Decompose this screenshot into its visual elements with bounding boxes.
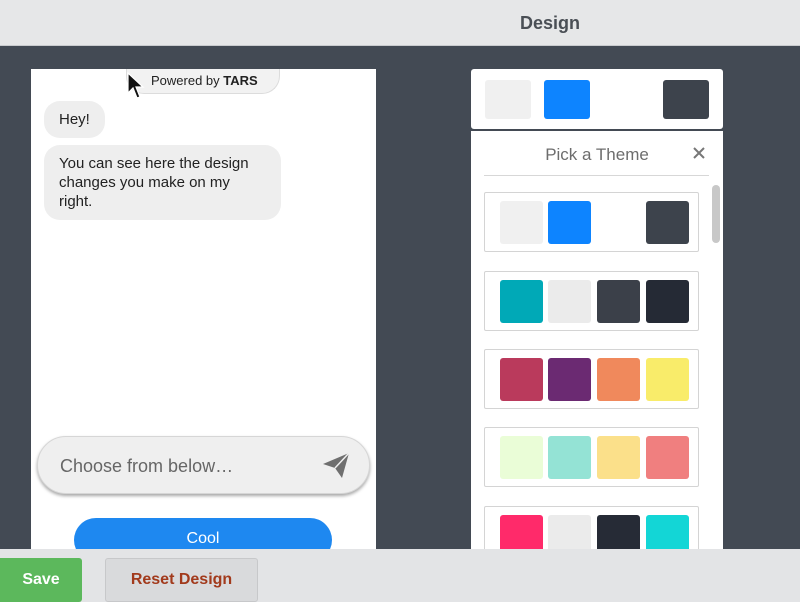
theme-picker-panel: Pick a Theme bbox=[471, 131, 723, 551]
theme-swatch bbox=[597, 515, 640, 551]
theme-swatch bbox=[597, 280, 640, 323]
paper-plane-icon[interactable] bbox=[321, 450, 351, 480]
powered-by-badge[interactable]: Powered by TARS bbox=[126, 69, 280, 94]
page-title: Design bbox=[519, 13, 580, 33]
current-theme-swatch[interactable] bbox=[544, 80, 590, 119]
theme-swatch bbox=[597, 358, 640, 401]
theme-picker-title: Pick a Theme bbox=[545, 145, 649, 164]
chat-input[interactable] bbox=[60, 453, 300, 479]
theme-option[interactable] bbox=[484, 271, 699, 331]
theme-swatch bbox=[548, 436, 591, 479]
theme-swatch bbox=[500, 515, 543, 551]
theme-swatch bbox=[500, 436, 543, 479]
theme-swatch bbox=[646, 358, 689, 401]
theme-option[interactable] bbox=[484, 192, 699, 252]
mouse-cursor-icon bbox=[127, 72, 145, 99]
theme-swatch bbox=[597, 436, 640, 479]
bot-message-bubble: Hey! bbox=[44, 101, 105, 138]
top-bar: Design bbox=[0, 0, 800, 46]
scrollbar-thumb[interactable] bbox=[712, 185, 720, 243]
powered-by-brand: TARS bbox=[223, 73, 258, 88]
quick-reply-button[interactable]: Cool bbox=[74, 518, 332, 549]
current-theme-swatch[interactable] bbox=[485, 80, 531, 119]
save-button[interactable]: Save bbox=[0, 558, 82, 602]
theme-swatch bbox=[500, 280, 543, 323]
divider bbox=[484, 175, 709, 176]
theme-option[interactable] bbox=[484, 349, 699, 409]
theme-swatch bbox=[548, 280, 591, 323]
theme-list-scrollbar[interactable] bbox=[711, 181, 721, 551]
theme-swatch bbox=[646, 515, 689, 551]
chat-preview: Powered by TARS Hey! You can see here th… bbox=[31, 69, 376, 549]
current-theme-bar[interactable] bbox=[471, 69, 723, 129]
close-icon[interactable] bbox=[691, 145, 707, 161]
theme-swatch bbox=[548, 358, 591, 401]
chat-input-bar bbox=[37, 436, 370, 494]
current-theme-swatch[interactable] bbox=[663, 80, 709, 119]
theme-swatch bbox=[548, 515, 591, 551]
theme-swatch bbox=[548, 201, 591, 244]
current-theme-swatch[interactable] bbox=[604, 80, 650, 119]
theme-swatch bbox=[646, 280, 689, 323]
bottom-bar: Save Reset Design bbox=[0, 549, 800, 602]
theme-swatch bbox=[500, 358, 543, 401]
reset-design-button[interactable]: Reset Design bbox=[105, 558, 258, 602]
theme-swatch bbox=[500, 201, 543, 244]
theme-option[interactable] bbox=[484, 427, 699, 487]
powered-by-prefix: Powered by bbox=[151, 73, 224, 88]
bot-message-bubble: You can see here the design changes you … bbox=[44, 145, 281, 220]
theme-swatch bbox=[646, 201, 689, 244]
theme-swatch bbox=[597, 201, 640, 244]
theme-swatch bbox=[646, 436, 689, 479]
theme-option[interactable] bbox=[484, 506, 699, 551]
